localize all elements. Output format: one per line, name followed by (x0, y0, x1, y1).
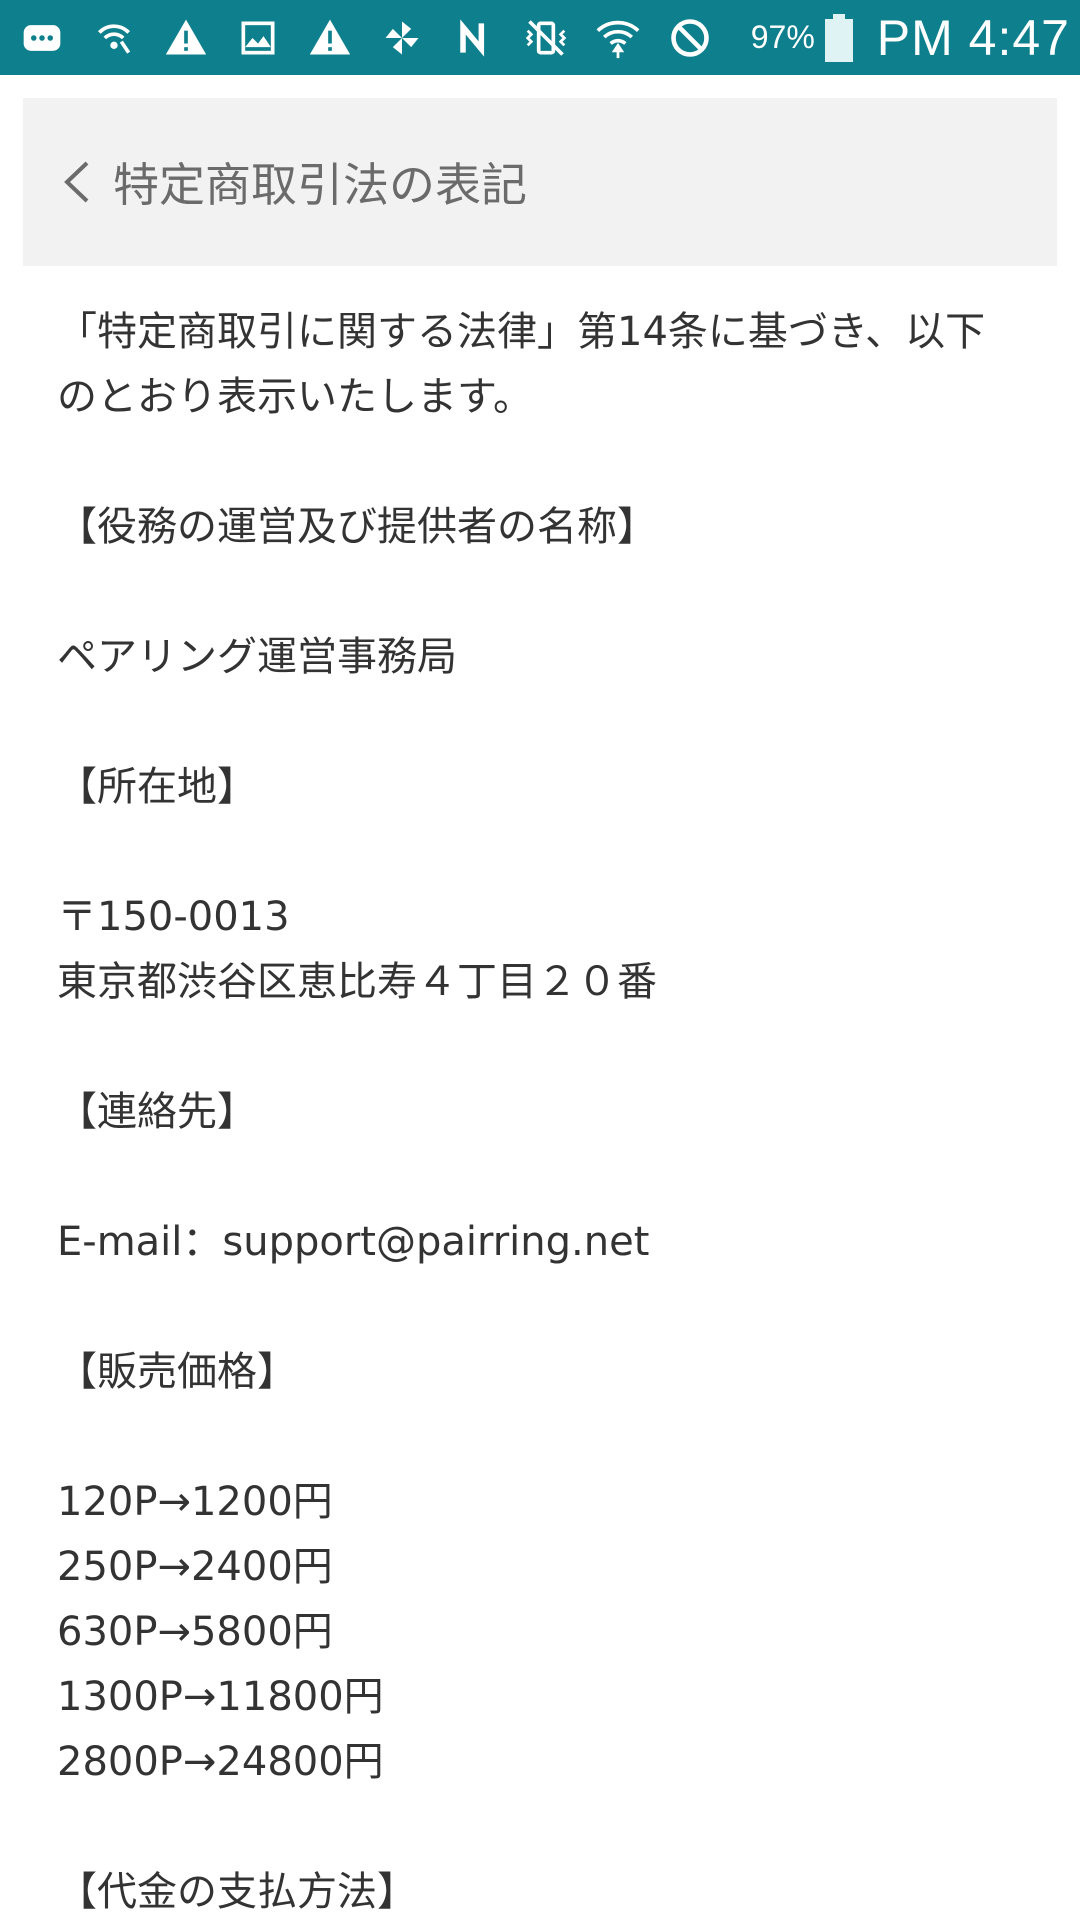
battery-icon (824, 13, 853, 62)
pinwheel-icon (378, 14, 426, 62)
address: 東京都渋谷区恵比寿４丁目２０番 (57, 959, 657, 1005)
provider-name: ペアリング運営事務局 (57, 634, 457, 680)
clock: PM 4:47 (876, 9, 1070, 66)
message-icon (18, 14, 66, 62)
price-item: 2800P→24800円 (57, 1739, 384, 1785)
status-bar: 97% PM 4:47 (0, 0, 1080, 75)
address-heading: 【所在地】 (57, 764, 257, 810)
price-heading: 【販売価格】 (57, 1349, 297, 1395)
contact-heading: 【連絡先】 (57, 1089, 257, 1135)
nfc-icon (450, 14, 498, 62)
wifi-icon (594, 14, 642, 62)
page-title: 特定商取引法の表記 (113, 158, 527, 212)
price-item: 120P→1200円 (57, 1479, 333, 1525)
page-header-back-button[interactable]: 特定商取引法の表記 (23, 98, 1057, 266)
wifi-call-icon (90, 14, 138, 62)
legal-notice-content: 「特定商取引に関する法律」第14条に基づき、以下 のとおり表示いたします。 【役… (57, 300, 1037, 1925)
blocked-icon (666, 14, 714, 62)
battery-percent: 97% (750, 19, 815, 55)
chevron-left-icon[interactable] (61, 156, 101, 208)
notification-icons (18, 14, 751, 62)
price-item: 630P→5800円 (57, 1609, 333, 1655)
postal-code: 〒150-0013 (57, 894, 290, 940)
image-icon (234, 14, 282, 62)
price-item: 250P→2400円 (57, 1544, 333, 1590)
warning-icon (162, 14, 210, 62)
contact-email: E-mail：support@pairring.net (57, 1219, 650, 1265)
provider-heading: 【役務の運営及び提供者の名称】 (57, 504, 657, 550)
price-item: 1300P→11800円 (57, 1674, 384, 1720)
intro-text-line2: のとおり表示いたします。 (57, 374, 533, 420)
status-right: 97% PM 4:47 (751, 9, 1070, 67)
intro-text-line1: 「特定商取引に関する法律」第14条に基づき、以下 (57, 309, 986, 355)
payment-heading: 【代金の支払方法】 (57, 1869, 417, 1915)
warning-icon (306, 14, 354, 62)
vibrate-icon (522, 14, 570, 62)
